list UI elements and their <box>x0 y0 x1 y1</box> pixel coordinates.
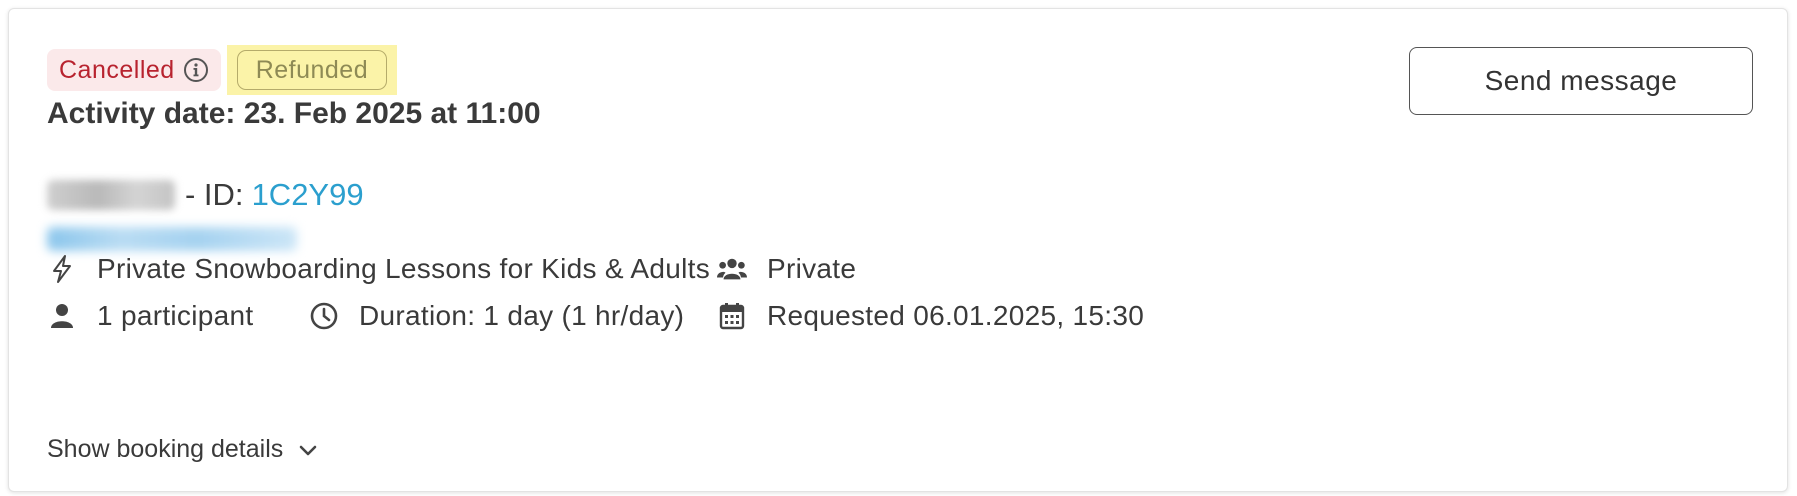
group-type-row: Private <box>717 253 856 285</box>
cancelled-label: Cancelled <box>59 55 175 84</box>
participants-row: 1 participant <box>47 300 253 332</box>
show-booking-details-toggle[interactable]: Show booking details <box>47 435 319 464</box>
duration-row: Duration: 1 day (1 hr/day) <box>309 300 684 332</box>
duration: Duration: 1 day (1 hr/day) <box>359 300 685 331</box>
phone-line[interactable] <box>47 227 297 251</box>
activity-name-row: Private Snowboarding Lessons for Kids & … <box>47 253 710 285</box>
info-icon[interactable] <box>183 57 209 83</box>
redacted-phone[interactable] <box>47 227 297 251</box>
participants: 1 participant <box>97 300 254 331</box>
refunded-highlight: Refunded <box>226 45 398 95</box>
group-type: Private <box>767 253 857 284</box>
customer-line: - ID: 1C2Y99 <box>47 177 364 213</box>
requested-row: Requested 06.01.2025, 15:30 <box>717 300 1144 332</box>
users-icon <box>717 254 747 284</box>
clock-icon <box>309 301 339 331</box>
booking-id-prefix: - ID: <box>185 177 244 212</box>
bolt-icon <box>47 254 77 284</box>
user-icon <box>47 301 77 331</box>
activity-name: Private Snowboarding Lessons for Kids & … <box>97 253 711 284</box>
send-message-button[interactable]: Send message <box>1409 47 1753 115</box>
status-badges: Cancelled Refunded <box>47 45 398 95</box>
refunded-label: Refunded <box>255 55 369 84</box>
requested-date: Requested 06.01.2025, 15:30 <box>767 300 1145 331</box>
refunded-badge: Refunded <box>236 50 388 90</box>
activity-date: Activity date: 23. Feb 2025 at 11:00 <box>47 97 541 130</box>
cancelled-badge: Cancelled <box>47 49 221 91</box>
booking-card: Cancelled Refunded Send message Activity… <box>8 8 1788 492</box>
redacted-customer-name <box>47 180 175 210</box>
calendar-icon <box>717 301 747 331</box>
booking-id-link[interactable]: 1C2Y99 <box>252 177 364 213</box>
show-booking-details-label[interactable]: Show booking details <box>47 435 283 464</box>
chevron-down-icon[interactable] <box>297 439 319 461</box>
